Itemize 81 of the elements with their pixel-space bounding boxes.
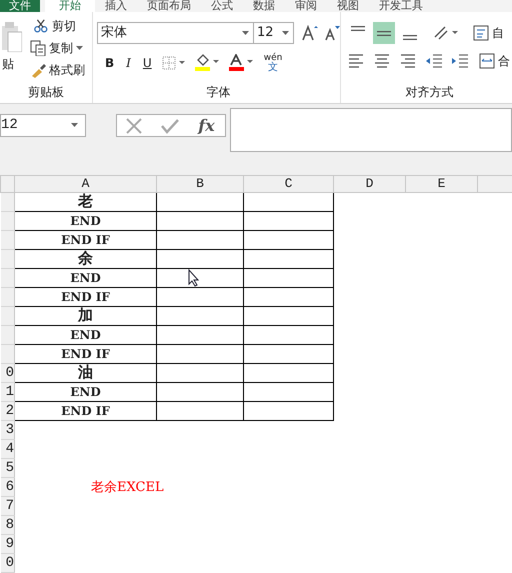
wrap-text-button[interactable]: 自 [471,24,506,42]
group-label: 剪贴板 [27,84,65,101]
phonetic-button[interactable]: wén 文 [262,54,284,72]
table-cell: END IF [14,230,156,250]
ribbon-tab[interactable]: 文件 [0,0,40,12]
group-label: 字体 [206,84,232,101]
caret-icon [76,46,84,50]
row-header[interactable]: 2 [0,402,14,420]
ribbon-tab[interactable]: 数据 [243,0,285,12]
align-center-icon[interactable] [373,52,391,70]
brush-button[interactable]: 格式刷 [28,61,87,79]
row-header[interactable]: 6 [0,478,14,496]
orientation-icon[interactable] [433,25,459,41]
table-cell: END IF [14,402,156,420]
table-cell: END [14,382,156,402]
align-middle-button[interactable] [373,22,395,44]
table-cell: 老 [14,192,156,212]
align-top-icon [351,26,365,31]
ribbon-tab[interactable]: 开始 [45,0,95,12]
row-header[interactable]: 7 [0,496,14,516]
table-cell: END [14,212,156,230]
copy-icon [30,40,46,56]
align-right-icon[interactable] [399,52,417,70]
font-name-dropdown[interactable]: 宋体 [97,22,254,44]
row-header[interactable]: 8 [0,516,14,534]
column-header[interactable]: A [14,176,156,192]
column-header[interactable]: C [244,176,334,192]
grow-font-icon[interactable] [302,25,318,41]
caret-icon [242,30,250,36]
mouse-pointer-icon [188,269,200,287]
align-bottom-icon [403,35,417,40]
table-cell: 余 [14,250,156,268]
row-header[interactable]: 3 [0,420,14,440]
table-cell: 老余EXCEL [91,478,164,496]
increase-indent-icon[interactable] [451,52,469,70]
bold-button[interactable]: B [103,54,116,72]
table-cell: END [14,268,156,288]
column-header[interactable]: B [156,176,244,192]
merge-icon [479,53,495,69]
column-header[interactable]: D [334,176,406,192]
table-cell: 油 [14,364,156,382]
row-header[interactable]: 1 [0,382,14,402]
shrink-font-icon[interactable] [324,25,340,41]
border-icon[interactable] [162,56,186,70]
align-left-icon[interactable] [347,52,365,70]
row-header[interactable]: 0 [0,364,14,382]
row-header[interactable]: 4 [0,440,14,458]
ribbon-tab[interactable]: 审阅 [285,0,327,12]
table-cell: END IF [14,288,156,306]
insert-function-button[interactable]: fx [196,114,217,138]
table-cell: END [14,326,156,344]
italic-button[interactable]: I [124,54,133,72]
row-header[interactable]: 0 [0,554,14,572]
fill-color-icon[interactable] [194,54,220,72]
scissors-icon [34,19,48,32]
table-cell: 加 [14,306,156,326]
wrap-icon [473,25,489,41]
name-box[interactable]: 12 [0,114,86,137]
merge-button[interactable]: 合 [477,52,512,70]
column-header[interactable]: E [406,176,478,192]
copy-button[interactable]: 复制 [28,39,87,57]
group-label: 对齐方式 [404,84,454,101]
ribbon-tab[interactable]: 插入 [95,0,137,12]
font-size-dropdown[interactable]: 12 [254,22,294,44]
row-header[interactable]: 5 [0,458,14,478]
underline-button[interactable]: U [140,54,154,72]
ribbon-tab[interactable]: 页面布局 [137,0,201,12]
caret-icon [71,123,79,128]
caret-icon [282,30,290,36]
ribbon-tab[interactable]: 视图 [327,0,369,12]
decrease-indent-icon[interactable] [425,52,443,70]
ribbon-tab[interactable]: 开发工具 [369,0,433,12]
table-cell: END IF [14,344,156,364]
brush-icon [30,62,46,78]
cut-button[interactable]: 剪切 [31,17,87,35]
ribbon-tab[interactable]: 公式 [201,0,243,12]
align-middle-icon [377,30,391,36]
paste-button[interactable]: 贴 [0,12,28,79]
row-header[interactable]: 9 [0,534,14,554]
formula-input[interactable] [230,108,512,152]
font-color-icon[interactable] [228,54,254,72]
